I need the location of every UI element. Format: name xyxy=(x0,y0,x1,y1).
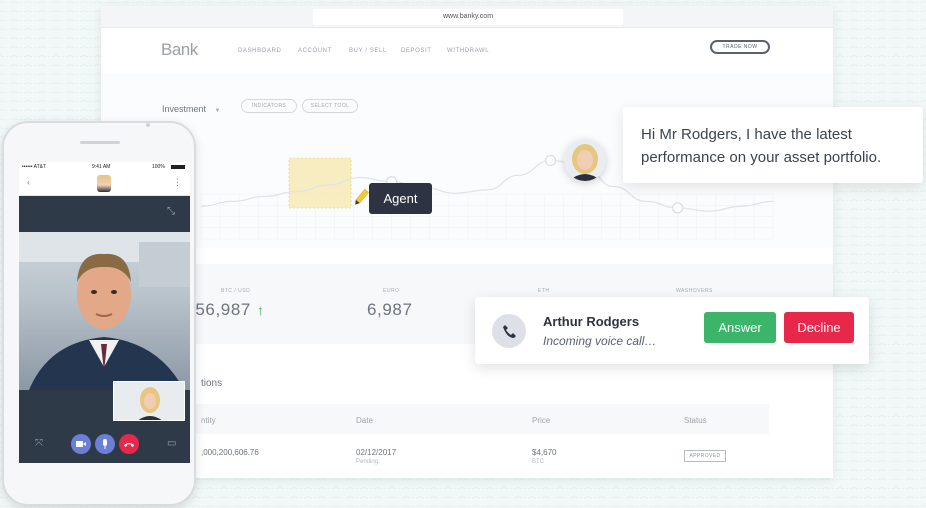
phone-status-bar: •••••• AT&T 9:41 AM 100% xyxy=(19,162,190,172)
carrier-text: •••••• AT&T xyxy=(22,164,47,170)
nav-buy-sell[interactable]: BUY / SELL xyxy=(349,48,387,54)
self-portrait-icon xyxy=(114,382,184,420)
col-quantity: ntity xyxy=(201,416,216,425)
collapse-icon[interactable]: ⤡ xyxy=(167,206,175,217)
pencil-icon xyxy=(355,188,369,205)
more-icon[interactable]: ⋮ xyxy=(173,177,182,188)
stat-label-euro: EURO xyxy=(383,288,400,294)
stat-label-eth: ETH xyxy=(538,288,550,294)
brand-logo[interactable]: Bank xyxy=(161,40,198,60)
caller-video xyxy=(19,232,190,390)
row-date: 02/12/2017 xyxy=(356,448,397,457)
chart-grid xyxy=(200,193,774,240)
top-nav: Bank DASHBOARD ACCOUNT BUY / SELL DEPOSI… xyxy=(101,28,833,74)
hang-up-icon xyxy=(124,443,134,447)
nav-account[interactable]: ACCOUNT xyxy=(298,48,332,54)
stat-label-btc: BTC / USD xyxy=(221,288,251,294)
browser-window: www.banky.com Bank DASHBOARD ACCOUNT BUY… xyxy=(101,6,833,478)
self-view-video[interactable] xyxy=(113,381,185,421)
address-bar: www.banky.com xyxy=(101,6,833,28)
agent-tooltip: Agent xyxy=(369,183,432,214)
row-price: $4,670 xyxy=(532,448,557,457)
nav-deposit[interactable]: DEPOSIT xyxy=(401,48,432,54)
chat-icon[interactable]: ▭ xyxy=(167,438,176,449)
hang-up-button[interactable] xyxy=(119,434,139,454)
call-status: Incoming voice call… xyxy=(543,334,657,348)
chart-point xyxy=(544,154,557,167)
row-date-sub: Pending xyxy=(356,459,379,465)
home-button[interactable] xyxy=(77,472,123,473)
col-status: Status xyxy=(684,416,707,425)
caller-name: Arthur Rodgers xyxy=(543,314,640,329)
microphone-icon xyxy=(103,439,107,449)
row-quantity: ,000,200,606.76 xyxy=(201,448,259,457)
phone-icon xyxy=(492,314,526,348)
url-field[interactable]: www.banky.com xyxy=(313,9,623,25)
battery-icon xyxy=(171,165,185,169)
agent-message-bubble: Hi Mr Rodgers, I have the latest perform… xyxy=(623,107,923,183)
nav-dashboard[interactable]: DASHBOARD xyxy=(238,48,281,54)
agent-mini-avatar xyxy=(97,175,111,192)
phone-screen: •••••• AT&T 9:41 AM 100% ‹ ⋮ ⤡ ⤧ ▭ xyxy=(19,162,190,463)
stat-value-euro: 6,987 xyxy=(367,300,413,319)
table-header xyxy=(181,404,769,434)
agent-portrait-icon xyxy=(564,139,606,181)
col-date: Date xyxy=(356,416,373,425)
back-icon[interactable]: ‹ xyxy=(27,177,30,187)
mute-button[interactable] xyxy=(95,434,115,454)
video-toggle-button[interactable] xyxy=(71,434,91,454)
switch-camera-icon[interactable]: ⤧ xyxy=(35,438,43,449)
agent-avatar[interactable] xyxy=(564,139,606,181)
selection-highlight xyxy=(289,158,351,208)
agent-message-text: Hi Mr Rodgers, I have the latest perform… xyxy=(641,126,882,166)
phone-speaker xyxy=(80,141,120,144)
caller-portrait-icon xyxy=(19,232,190,390)
status-badge: APPROVED xyxy=(684,450,726,462)
transactions-title: tions xyxy=(201,378,223,389)
battery-text: 100% xyxy=(152,164,165,170)
chart-point xyxy=(672,202,684,214)
decline-button[interactable]: Decline xyxy=(784,312,854,343)
phone-camera xyxy=(146,123,150,127)
trade-now-button[interactable]: TRADE NOW xyxy=(710,40,770,54)
row-price-sub: BTC xyxy=(532,459,544,465)
video-camera-icon xyxy=(76,441,86,447)
phone-call-header: ‹ ⋮ xyxy=(19,172,190,196)
phone-device: •••••• AT&T 9:41 AM 100% ‹ ⋮ ⤡ ⤧ ▭ xyxy=(2,121,196,506)
stat-label-washovers: WASHOVERS xyxy=(676,288,713,294)
incoming-call-card: Arthur Rodgers Incoming voice call… Answ… xyxy=(475,297,869,364)
answer-button[interactable]: Answer xyxy=(704,312,776,343)
col-price: Price xyxy=(532,416,551,425)
time-text: 9:41 AM xyxy=(92,164,111,170)
arrow-up-icon: ↑ xyxy=(256,302,265,318)
nav-withdrawl[interactable]: WITHDRAWL xyxy=(447,48,489,54)
